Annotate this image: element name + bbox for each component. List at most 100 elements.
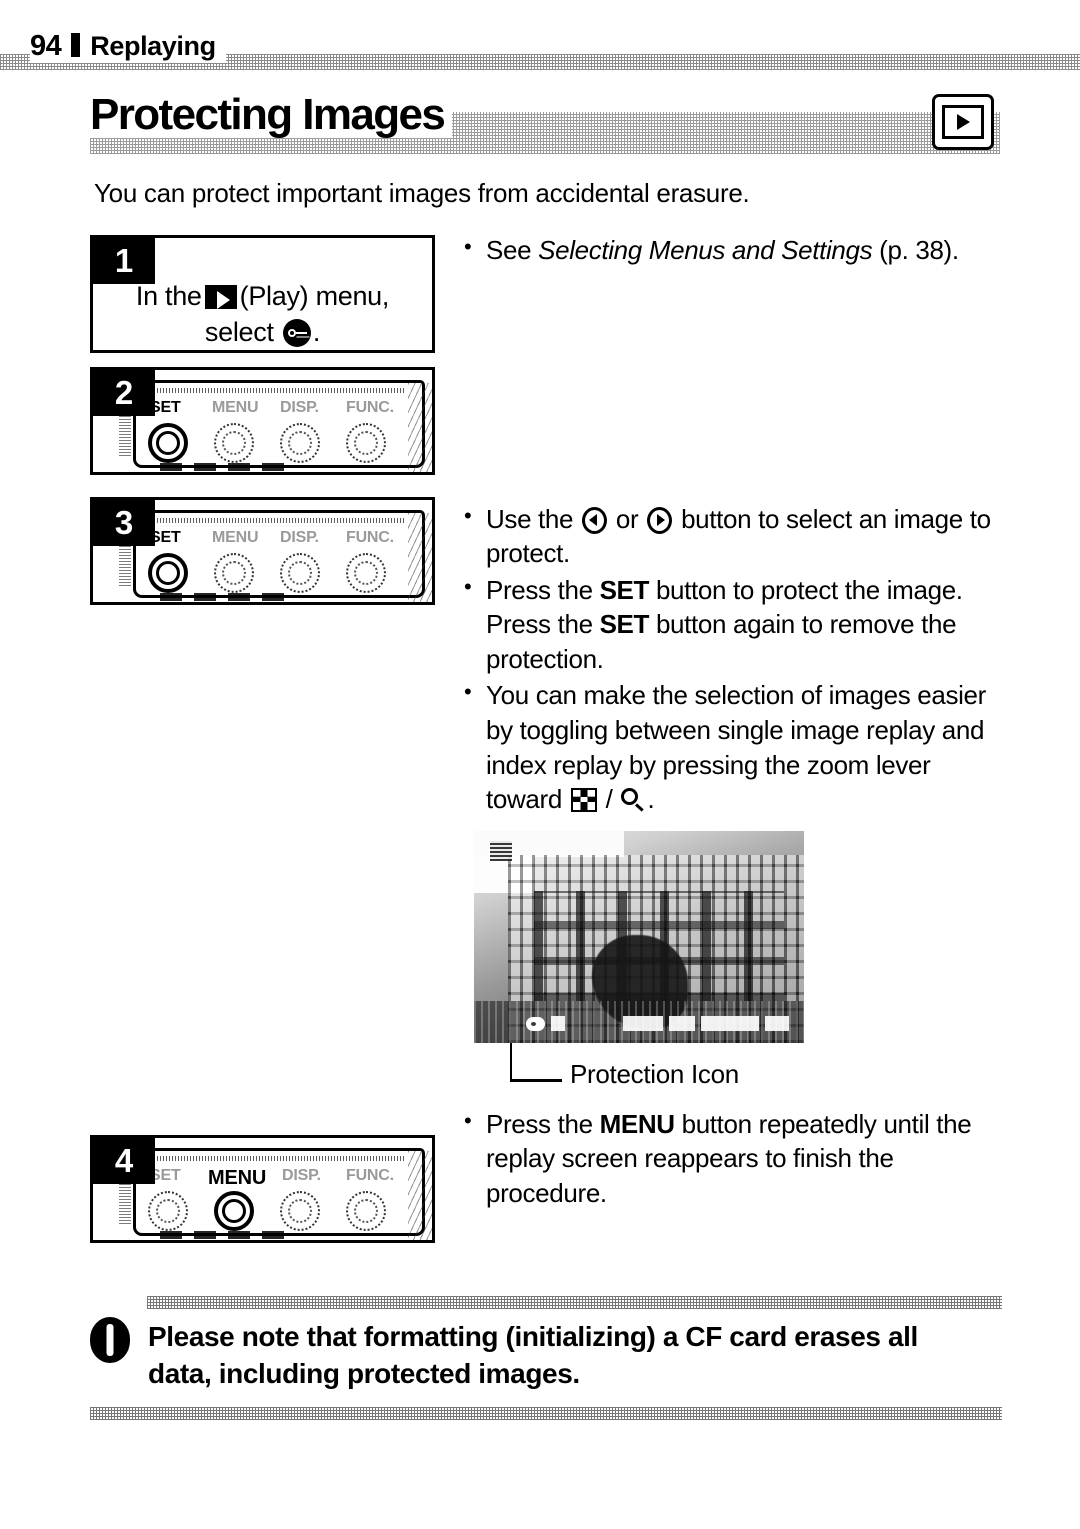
press-set-bold-2: SET [599, 609, 650, 640]
camera-button-func-2 [346, 423, 386, 463]
lcd-photo [474, 830, 804, 1043]
step-1-text-after: (Play) menu, [239, 281, 390, 311]
camera-feet-2 [160, 463, 290, 471]
camera-button-row-4: SET MENU DISP. FUNC. [148, 1167, 416, 1233]
play-icon [204, 285, 237, 309]
camera-label-func-2: FUNC. [346, 399, 394, 416]
see-prefix: See [486, 235, 539, 265]
note-bottom-rule [90, 1406, 1002, 1420]
camera-button-menu-ring-2 [222, 431, 246, 455]
play-triangle-icon [956, 114, 970, 130]
camera-button-disp-2 [280, 423, 320, 463]
camera-grip-2 [408, 383, 432, 472]
osd-segment-menu [701, 1016, 759, 1032]
page-title: Protecting Images [90, 91, 453, 139]
camera-back-illustration-3: SET MENU DISP. FUNC. [99, 504, 432, 602]
osd-segment-key [669, 1016, 695, 1032]
step-4-box: 4 SET MENU DISP. FUNC. [90, 1135, 435, 1243]
press-set-text-1: Press the [486, 574, 600, 605]
step-1-line-2: select . [103, 316, 422, 350]
play-mode-icon [932, 94, 994, 150]
note-top-rule [147, 1296, 1002, 1309]
caution-icon [90, 1317, 130, 1363]
protect-key-icon [282, 318, 311, 347]
camera-button-disp-ring-4 [288, 1199, 312, 1223]
select-text-1: Use the [486, 503, 581, 534]
camera-button-set-3 [148, 553, 188, 593]
content-columns: 1 In the (Play) menu, select . 2 SET MEN… [90, 227, 1000, 1357]
step-1-text-before: In the [135, 281, 202, 311]
camera-button-row-3: SET MENU DISP. FUNC. [148, 529, 416, 595]
left-column-steps: 1 In the (Play) menu, select . 2 SET MEN… [90, 227, 435, 1243]
page-number: 94 [30, 30, 62, 62]
see-suffix: (p. 38). [872, 235, 959, 265]
running-head-inner: 94 Replaying [30, 30, 226, 63]
left-arrow-button-icon [582, 506, 608, 534]
step-1-box: 1 In the (Play) menu, select . [90, 235, 435, 353]
step-4-number: 4 [93, 1138, 155, 1184]
camera-label-disp-4: DISP. [282, 1167, 321, 1184]
camera-button-menu-3 [214, 553, 254, 593]
bullet-toggle-index: You can make the selection of images eas… [460, 677, 1000, 816]
camera-button-menu-4 [214, 1191, 254, 1231]
bullet-select-image: Use the or button to select an image to … [460, 501, 1000, 571]
camera-button-menu-ring-4 [222, 1199, 246, 1223]
protection-key-icon [526, 1016, 545, 1031]
camera-button-disp-3 [280, 553, 320, 593]
right-column-text: See Selecting Menus and Settings (p. 38)… [460, 227, 1000, 1213]
camera-button-func-3 [346, 553, 386, 593]
callout-leader-horizontal [510, 1078, 562, 1082]
camera-feet-4 [160, 1231, 290, 1239]
camera-button-disp-4 [280, 1191, 320, 1231]
toggle-text-2: / [598, 784, 620, 815]
osd-segment-end [765, 1016, 789, 1032]
lcd-screenshot-figure: Protection Icon [474, 830, 804, 1089]
camera-grip-3 [408, 513, 432, 602]
bullet-press-set: Press the SET button to protect the imag… [460, 572, 1000, 677]
callout-leader-vertical [510, 1042, 512, 1081]
step-1-period: . [312, 316, 321, 347]
camera-label-func-4: FUNC. [346, 1167, 394, 1184]
camera-back-illustration-4: SET MENU DISP. FUNC. [99, 1142, 432, 1240]
play-mode-icon-inner [942, 105, 984, 139]
toggle-text-3: . [647, 784, 655, 815]
section-title-row: Protecting Images [90, 91, 1000, 164]
camera-button-disp-ring-2 [288, 431, 312, 455]
toggle-text-1: You can make the selection of images eas… [486, 680, 986, 815]
note-row: Please note that formatting (initializin… [90, 1317, 1002, 1393]
camera-button-row-2: SET MENU DISP. FUNC. [148, 399, 416, 465]
step-1-line-1: In the (Play) menu, [103, 280, 422, 314]
camera-button-set-ring-2 [156, 431, 180, 455]
camera-top-hatch-2 [154, 388, 404, 393]
note-line-2: data, including protected images. [148, 1357, 580, 1389]
caution-note: Please note that formatting (initializin… [90, 1296, 1002, 1420]
chapter-title: Replaying [90, 31, 216, 61]
camera-button-disp-ring-3 [288, 561, 312, 585]
camera-feet-3 [160, 593, 290, 601]
camera-back-illustration-2: SET MENU DISP. FUNC. [99, 374, 432, 472]
camera-label-disp-3: DISP. [280, 529, 319, 546]
camera-button-func-ring-3 [354, 561, 378, 585]
select-text-2: or [609, 503, 646, 534]
intro-text: You can protect important images from ac… [94, 178, 750, 208]
step-2-box: 2 SET MENU DISP. FUNC. [90, 367, 435, 475]
camera-button-func-4 [346, 1191, 386, 1231]
camera-button-set-ring-4 [156, 1199, 180, 1223]
osd-segment-set [623, 1016, 663, 1032]
camera-button-func-ring-4 [354, 1199, 378, 1223]
camera-grip-4 [408, 1151, 432, 1240]
step-3-number: 3 [93, 500, 155, 546]
camera-label-disp-2: DISP. [280, 399, 319, 416]
lcd-osd-bar [474, 1013, 804, 1035]
step-1-select-label: select [204, 316, 274, 347]
camera-button-func-ring-2 [354, 431, 378, 455]
camera-top-hatch-4 [154, 1156, 404, 1161]
note-line-1: Please note that formatting (initializin… [148, 1321, 918, 1352]
camera-body-3: SET MENU DISP. FUNC. [133, 510, 432, 602]
spacer-above-select-bullet [460, 270, 1000, 502]
press-menu-bold: MENU [599, 1108, 676, 1139]
camera-label-menu-2: MENU [212, 399, 259, 416]
camera-button-set-4 [148, 1191, 188, 1231]
camera-button-menu-ring-3 [222, 561, 246, 585]
chapter-tick-icon [71, 33, 81, 57]
